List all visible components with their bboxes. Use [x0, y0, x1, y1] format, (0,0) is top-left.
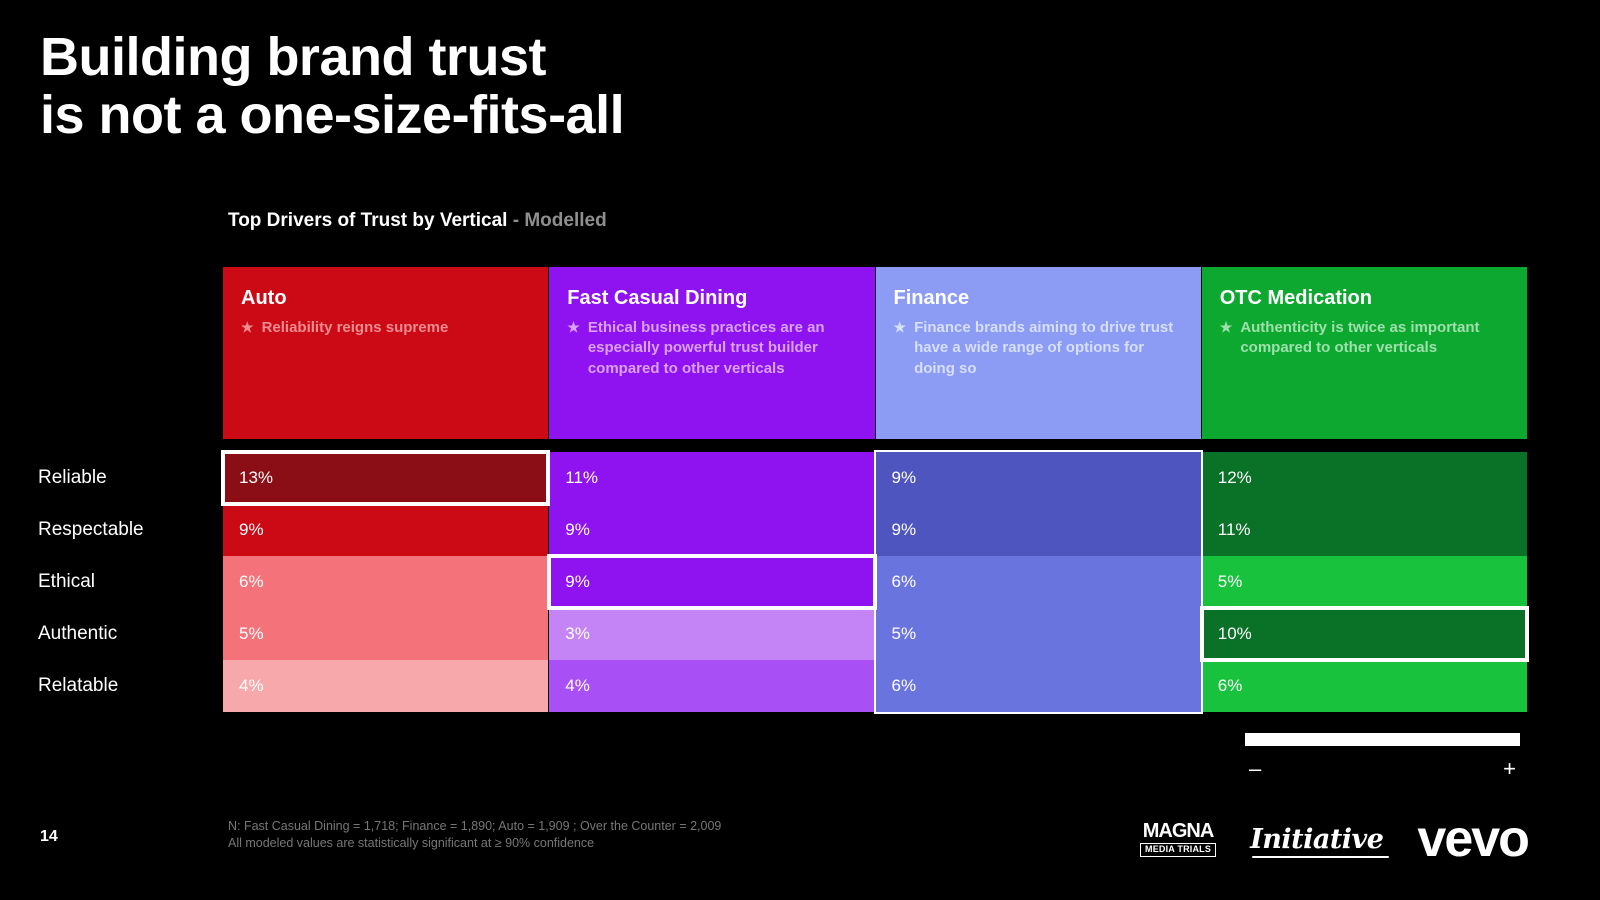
- matrix-cell[interactable]: 5%: [223, 608, 549, 660]
- footnote: N: Fast Casual Dining = 1,718; Finance =…: [228, 818, 721, 852]
- matrix-cell[interactable]: 9%: [223, 504, 549, 556]
- matrix-cell[interactable]: 9%: [875, 452, 1201, 504]
- matrix-cell[interactable]: 6%: [1201, 660, 1527, 712]
- matrix-cell[interactable]: 10%: [1199, 606, 1530, 662]
- matrix-column-fast-casual-dining[interactable]: 11% 9% 9% 3% 4%: [547, 452, 877, 712]
- vertical-card-otc-medication: OTC Medication ★ Authenticity is twice as …: [1201, 267, 1527, 439]
- page-title: Building brand trust is not a one-size-f…: [40, 27, 625, 146]
- zoom-in-button[interactable]: +: [1503, 758, 1516, 780]
- footnote-line-2: All modeled values are statistically sig…: [228, 835, 595, 850]
- partner-logos: MAGNA MEDIA TRIALS Initiative vevo: [1140, 808, 1560, 870]
- vertical-header-cards: Auto ★ Reliability reigns supreme Fast Casu…: [223, 267, 1527, 439]
- vertical-card-title: Fast Casual Dining: [567, 287, 748, 309]
- slider-track[interactable]: [1245, 733, 1520, 746]
- star-icon: ★: [567, 319, 580, 335]
- matrix-cell-value: 3%: [565, 624, 590, 643]
- magna-logo-subtitle: MEDIA TRIALS: [1140, 843, 1217, 857]
- matrix-column-auto[interactable]: 13% 9% 6% 5% 4%: [220, 450, 551, 712]
- vertical-card-finance: Finance ★ Finance brands aiming to drive t…: [875, 267, 1201, 439]
- chart-subtitle-modelled: Modelled: [524, 210, 607, 231]
- vertical-card-auto: Auto ★ Reliability reigns supreme: [223, 267, 549, 439]
- matrix-cell[interactable]: 13%: [220, 450, 551, 506]
- row-label-respectable: Respectable: [38, 519, 144, 540]
- matrix-cell-value: 4%: [239, 676, 264, 695]
- matrix-cell[interactable]: 12%: [1201, 452, 1527, 504]
- row-label-authentic: Authentic: [38, 623, 118, 644]
- chart-subtitle-separator: -: [507, 210, 525, 231]
- vertical-card-bullet: ★ Reliability reigns supreme: [241, 318, 530, 338]
- matrix-column-finance[interactable]: 9% 9% 6% 5% 6%: [873, 450, 1203, 714]
- row-label-relatable: Relatable: [38, 675, 119, 696]
- vertical-card-title: OTC Medication: [1219, 287, 1372, 309]
- matrix-cell-value: 6%: [1217, 676, 1243, 695]
- matrix-column-otc-medication[interactable]: 12% 11% 5% 10% 6%: [1199, 452, 1530, 712]
- matrix-cell-value: 11%: [565, 468, 599, 487]
- matrix-cell-value: 10%: [1217, 624, 1252, 643]
- matrix-cell-value: 6%: [891, 572, 917, 591]
- matrix-cell-value: 5%: [1217, 572, 1243, 591]
- star-icon: ★: [1219, 319, 1233, 335]
- driver-row-labels: Reliable Respectable Ethical Authentic Relat…: [38, 452, 218, 712]
- matrix-cell[interactable]: 9%: [547, 554, 877, 610]
- vertical-card-title: Auto: [241, 287, 287, 309]
- vertical-card-title: Finance: [893, 287, 970, 309]
- star-icon: ★: [893, 319, 907, 335]
- matrix-cell[interactable]: 5%: [1201, 556, 1527, 608]
- matrix-cell-value: 13%: [239, 468, 274, 487]
- matrix-cell-value: 9%: [891, 520, 917, 539]
- vertical-card-bullet: ★ Ethical business practices are an espec…: [567, 318, 856, 379]
- matrix-cell-value: 6%: [239, 572, 264, 591]
- matrix-cell-value: 6%: [891, 676, 917, 695]
- matrix-cell-value: 9%: [565, 572, 590, 591]
- vertical-card-bullet-text: Reliability reigns supreme: [261, 319, 449, 336]
- matrix-cell[interactable]: 6%: [875, 660, 1201, 712]
- vertical-card-bullet-text: Authenticity is twice as important compa…: [1240, 319, 1480, 357]
- matrix-cell-value: 11%: [1217, 520, 1251, 539]
- matrix-cell-value: 12%: [1217, 468, 1252, 487]
- chart-subtitle: Top Drivers of Trust by Vertical - Model…: [228, 210, 607, 232]
- zoom-out-button[interactable]: –: [1249, 758, 1261, 780]
- matrix-cell[interactable]: 4%: [549, 660, 875, 712]
- footnote-line-1: N: Fast Casual Dining = 1,718; Finance =…: [228, 819, 722, 833]
- matrix-cell[interactable]: 3%: [549, 608, 875, 660]
- vertical-card-bullet: ★ Authenticity is twice as important comp…: [1220, 318, 1509, 359]
- vertical-card-fast-casual-dining: Fast Casual Dining ★ Ethical business prac…: [549, 267, 875, 439]
- row-label-ethical: Ethical: [38, 571, 96, 592]
- zoom-slider[interactable]: – +: [1245, 733, 1520, 780]
- magna-logo: MAGNA MEDIA TRIALS: [1140, 820, 1217, 857]
- matrix-cell[interactable]: 9%: [875, 504, 1201, 556]
- vertical-card-bullet-text: Ethical business practices are an especi…: [587, 319, 825, 377]
- matrix-cell[interactable]: 11%: [549, 452, 875, 504]
- star-icon: ★: [241, 319, 254, 335]
- matrix-cell[interactable]: 6%: [875, 556, 1201, 608]
- magna-logo-wordmark: MAGNA: [1142, 820, 1215, 843]
- row-label-reliable: Reliable: [38, 467, 107, 488]
- matrix-cell[interactable]: 5%: [875, 608, 1201, 660]
- matrix-cell[interactable]: 9%: [549, 504, 875, 556]
- initiative-logo: Initiative: [1250, 823, 1390, 858]
- trust-driver-matrix: 13% 9% 6% 5% 4% 11% 9% 9% 3% 4% 9% 9% 6% 5% 6% 12% 11% 5%…: [220, 450, 1530, 714]
- matrix-cell-value: 9%: [239, 520, 264, 539]
- slide-canvas: Building brand trust is not a one-size-f…: [0, 0, 1600, 900]
- page-number: 14: [40, 828, 58, 845]
- matrix-cell-value: 4%: [565, 676, 590, 695]
- matrix-cell[interactable]: 11%: [1201, 504, 1527, 556]
- matrix-cell-value: 5%: [239, 624, 264, 643]
- vertical-card-bullet-text: Finance brands aiming to drive trust hav…: [914, 319, 1174, 377]
- matrix-cell-value: 9%: [891, 468, 917, 487]
- matrix-cell-value: 9%: [565, 520, 590, 539]
- chart-subtitle-main: Top Drivers of Trust by Vertical: [228, 210, 508, 231]
- matrix-cell-value: 5%: [891, 624, 917, 643]
- matrix-cell[interactable]: 6%: [223, 556, 549, 608]
- matrix-cell[interactable]: 4%: [223, 660, 549, 712]
- vevo-logo: vevo: [1417, 810, 1530, 868]
- vertical-card-bullet: ★ Finance brands aiming to drive trust ha…: [894, 318, 1183, 379]
